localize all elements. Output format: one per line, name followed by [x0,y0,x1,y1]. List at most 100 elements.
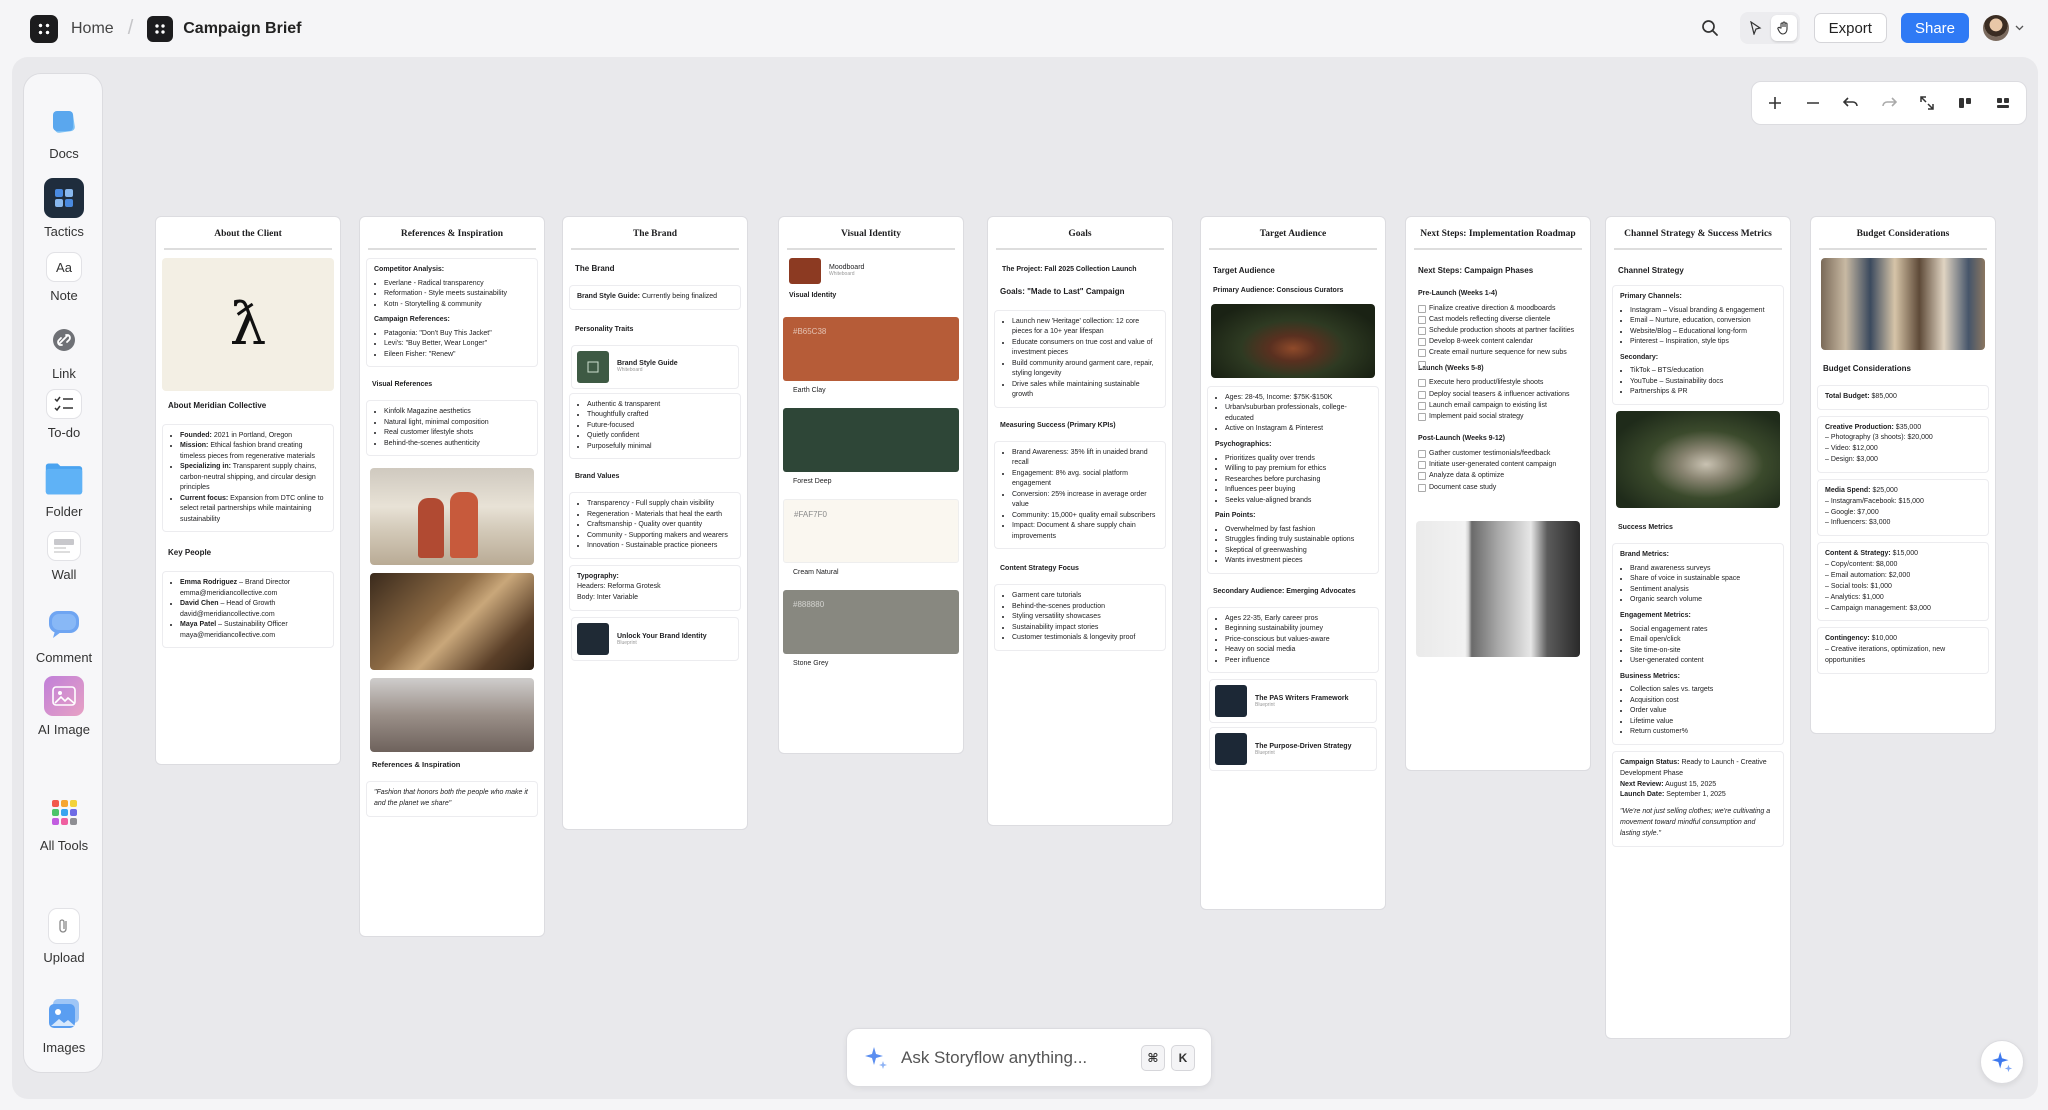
inspiration-photo[interactable] [370,678,534,753]
checklist-item[interactable]: Cast models reflecting diverse clientele [1418,314,1578,325]
sidebar-item-docs[interactable]: Docs [24,100,104,161]
moodboard-thumbnail-icon [789,257,821,284]
sidebar-item-link[interactable]: Link [24,320,104,381]
sidebar-item-ai-image[interactable]: AI Image [24,676,104,737]
list-item: Email – Nurture, education, conversion [1630,316,1776,327]
breadcrumb-home[interactable]: Home [71,20,114,38]
swatch-label: Earth Clay [793,386,826,394]
card-title: The Brand [571,217,739,250]
section-heading: Visual References [372,381,433,389]
ask-assistant-bar[interactable]: Ask Storyflow anything... ⌘ K [846,1028,1212,1087]
color-swatch[interactable]: #FAF7F0 [783,498,959,563]
card-next-steps[interactable]: Next Steps: Implementation Roadmap Next … [1405,216,1591,771]
checklist-item[interactable]: Develop 8-week content calendar [1418,336,1578,347]
client-logo: ƛ [162,257,334,391]
sidebar-item-wall[interactable]: Wall [24,531,104,582]
list-item: Sustainability impact stories [1012,623,1158,634]
list-item: Overwhelmed by fast fashion [1225,525,1371,536]
sidebar-item-note[interactable]: Aa Note [24,252,104,303]
color-swatch[interactable]: #B65C38 [783,316,959,381]
card-about-client[interactable]: About the Client ƛ About Meridian Collec… [155,216,341,765]
card-target-audience[interactable]: Target Audience Target Audience Primary … [1200,216,1386,910]
card-references[interactable]: References & Inspiration Competitor Anal… [359,216,545,937]
moodboard-link[interactable]: Moodboard Whiteboard [789,257,953,284]
checklist-item[interactable]: Gather customer testimonials/feedback [1418,448,1578,459]
audience-photo[interactable] [1211,303,1375,378]
checklist-item[interactable]: Create email nurture sequence for new su… [1418,347,1578,358]
color-swatch[interactable]: #888880 [783,589,959,654]
card-channel-strategy[interactable]: Channel Strategy & Success Metrics Chann… [1605,216,1791,1039]
purpose-strategy-link[interactable]: The Purpose-Driven Strategy Blueprint [1209,727,1377,772]
zoom-in-icon[interactable] [1760,88,1790,118]
brand-style-guide-link[interactable]: Brand Style Guide Whiteboard [571,344,739,389]
checklist-item[interactable]: Deploy social teasers & influencer activ… [1418,389,1578,400]
layout-grid-icon[interactable] [1988,88,2018,118]
list-item: Community - Supporting makers and wearer… [587,531,733,542]
color-swatch[interactable] [783,407,959,472]
card-budget[interactable]: Budget Considerations Budget Considerati… [1810,216,1996,734]
checklist-item[interactable]: Launch email campaign to existing list [1418,400,1578,411]
sidebar-item-folder[interactable]: Folder [24,458,104,519]
board-title[interactable]: Campaign Brief [183,20,301,38]
export-button[interactable]: Export [1813,13,1887,43]
section-heading: Visual Identity [789,291,837,299]
list-item: Real customer lifestyle shots [384,428,530,439]
inspiration-photo[interactable] [370,573,534,671]
card-visual-identity[interactable]: Visual Identity Moodboard Whiteboard Visu… [778,216,964,754]
app-logo-icon[interactable] [30,14,58,43]
section-heading: Channel Strategy [1618,265,1684,275]
list-item: Purposefully minimal [587,442,733,453]
checklist-item[interactable]: Execute hero product/lifestyle shoots [1418,377,1578,388]
card-goals[interactable]: Goals The Project: Fall 2025 Collection … [987,216,1173,826]
card-brand[interactable]: The Brand The Brand Brand Style Guide: C… [562,216,748,830]
list-item: Engagement: 8% avg. social platform enga… [1012,469,1158,490]
section-heading: References & Inspiration [372,760,461,770]
budget-line: – Analytics: $1,000 [1825,593,1884,601]
ask-input[interactable]: Ask Storyflow anything... [901,1048,1135,1068]
card-title: About the Client [164,217,332,250]
quote: "Fashion that honors both the people who… [366,781,538,818]
pas-framework-link[interactable]: The PAS Writers Framework Blueprint [1209,679,1377,724]
section-heading: Content Strategy Focus [1000,565,1079,573]
zoom-out-icon[interactable] [1798,88,1828,118]
checklist-item[interactable]: Implement paid social strategy [1418,411,1578,422]
checklist-item[interactable]: Analyze data & optimize [1418,470,1578,481]
hand-icon[interactable] [1770,15,1797,41]
share-button[interactable]: Share [1900,13,1969,43]
inspiration-photo[interactable] [370,468,534,566]
search-icon[interactable] [1694,12,1726,44]
channel-photo[interactable] [1616,410,1780,508]
list-item: Collection sales vs. targets [1630,685,1776,696]
layout-columns-icon[interactable] [1950,88,1980,118]
user-menu[interactable] [1983,15,2024,41]
list-item: Pinterest – Inspiration, style tips [1630,337,1776,348]
brand-identity-blueprint-link[interactable]: Unlock Your Brand Identity Blueprint [571,617,739,662]
sidebar-item-tactics[interactable]: Tactics [24,178,104,239]
budget-line: – Design: $3,000 [1825,456,1878,464]
budget-line: – Social tools: $1,000 [1825,582,1892,590]
list-item: Prioritizes quality over trends [1225,454,1371,465]
swatch-label: Forest Deep [793,477,832,485]
undo-icon[interactable] [1836,88,1866,118]
checklist-item[interactable]: Finalize creative direction & moodboards [1418,303,1578,314]
sidebar-item-upload[interactable]: Upload [24,908,104,965]
sidebar-item-comment[interactable]: Comment [24,604,104,665]
fit-screen-icon[interactable] [1912,88,1942,118]
budget-photo[interactable] [1821,257,1985,350]
checklist-item[interactable]: Schedule production shoots at partner fa… [1418,325,1578,336]
behind-scenes-photo[interactable] [1416,520,1580,657]
list-item: Quietly confident [587,431,733,442]
section-heading: Next Steps: Campaign Phases [1418,265,1534,275]
checklist-item[interactable]: Initiate user-generated content campaign [1418,459,1578,470]
sidebar-item-all-tools[interactable]: All Tools [24,792,104,853]
redo-icon[interactable] [1874,88,1904,118]
list-item: Patagonia: "Don't Buy This Jacket" [384,329,530,340]
ai-assistant-button[interactable] [1980,1040,2024,1084]
sidebar-item-images[interactable]: Images [24,994,104,1055]
checklist-item[interactable]: Document case study [1418,482,1578,493]
channels-list: Primary Channels:Instagram – Visual bran… [1612,284,1784,405]
board-canvas[interactable]: Docs Tactics Aa Note Link To-do Folder W… [12,57,2038,1099]
media-spend-budget: Media Spend: $25,000– Instagram/Facebook… [1817,478,1989,537]
sidebar-item-todo[interactable]: To-do [24,389,104,440]
pointer-icon[interactable] [1743,15,1769,41]
